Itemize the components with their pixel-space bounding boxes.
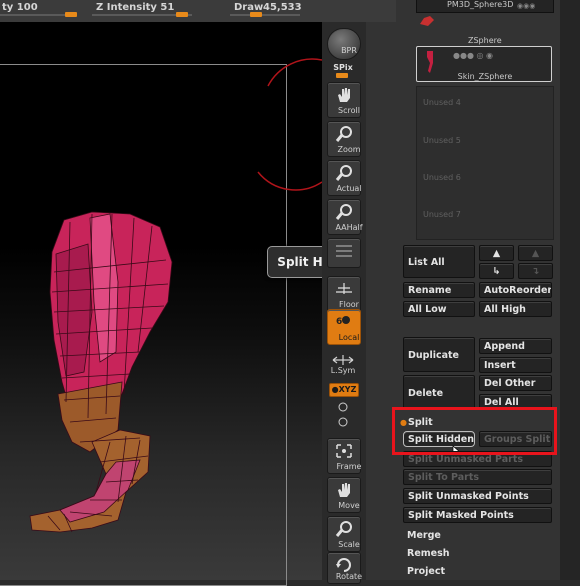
xyz-label: ●XYZ (331, 385, 357, 394)
magnifier-icon (335, 204, 352, 220)
duplicate-button[interactable]: Duplicate (403, 337, 475, 372)
panel-gutter (366, 22, 396, 580)
symmetry-arrows-icon (332, 355, 354, 365)
magnifier-icon (335, 165, 352, 181)
actual-label: Actual (336, 184, 362, 193)
xyz-button[interactable]: ●XYZ (329, 383, 359, 397)
subtool-3-toggles-icon[interactable]: ●●● ◎ ◉ (453, 51, 493, 60)
scroll-label: Scroll (338, 106, 360, 115)
actual-button[interactable]: Actual (327, 160, 362, 196)
rotate-axis-icon (338, 402, 348, 427)
split-masked-points-button[interactable]: Split Masked Points (403, 507, 552, 523)
subtool-1-toggles-icon[interactable]: ◉◉◉ (517, 2, 535, 10)
up-dim-arrow-icon: ▲ (531, 248, 540, 259)
bpr-label: BPR (341, 46, 357, 55)
subtool-2-name: ZSphere (468, 36, 502, 45)
merge-section-title[interactable]: Merge (407, 530, 441, 541)
local-symmetry-icon: 6 (336, 316, 350, 327)
magnifier-icon (335, 521, 352, 537)
right-shelf: BPR SPix Scroll Zoom Actual AAHalf Floor… (322, 22, 366, 584)
autoreorder-button[interactable]: AutoReorder (479, 282, 552, 298)
all-high-button[interactable]: All High (479, 301, 552, 317)
right-edge (560, 0, 580, 580)
gizmo-arc-icon (257, 171, 322, 191)
append-button[interactable]: Append (479, 338, 552, 354)
top-slider-bar: ty 100 Z Intensity 51 Draw 45,533 (0, 0, 400, 23)
rotate-button[interactable]: Rotate (327, 552, 362, 584)
subtool-3-name: Skin_ZSphere (457, 72, 513, 81)
unused-slot-6: Unused 6 (423, 173, 461, 182)
floor-button[interactable]: Floor (327, 276, 361, 312)
move-button[interactable]: Move (327, 477, 361, 513)
unused-slot-4: Unused 4 (423, 98, 461, 107)
bent-arrow-icon: ↳ (492, 266, 501, 277)
z-intensity-label: Z Intensity 51 (96, 2, 175, 13)
up-arrow-button[interactable]: ▲ (479, 245, 514, 261)
draw-size-slider[interactable] (230, 14, 300, 16)
zoom-button[interactable]: Zoom (327, 121, 361, 157)
lsym-button[interactable]: L.Sym (327, 354, 359, 376)
tool-palette: PM3D_Sphere3D ◉◉◉ ZSphere ●●● ◎ ◉ Skin_Z… (396, 0, 560, 580)
floor-grid-icon (336, 283, 352, 294)
unused-slots: Unused 4 Unused 5 Unused 6 Unused 7 (416, 86, 554, 240)
project-section-title[interactable]: Project (407, 566, 445, 577)
floor-label: Floor (339, 300, 359, 309)
unused-slot-7: Unused 7 (423, 210, 461, 219)
draw-size-value: 45,533 (263, 2, 302, 13)
rgb-intensity-knob[interactable] (65, 12, 77, 17)
all-low-button[interactable]: All Low (403, 301, 475, 317)
aahalf-button[interactable]: AAHalf (327, 199, 363, 235)
hand-icon (338, 483, 350, 497)
spix-slider-knob[interactable] (336, 73, 348, 78)
zsphere-thumbnail-icon (420, 16, 434, 26)
split-hidden-highlight-box (392, 407, 557, 455)
local-button[interactable]: 6 Local (327, 309, 361, 345)
local-label: Local (338, 333, 360, 342)
persp-button[interactable] (327, 238, 361, 268)
subtool-item-skin[interactable]: ●●● ◎ ◉ Skin_ZSphere (416, 46, 552, 82)
list-all-button[interactable]: List All (403, 245, 475, 278)
document-canvas[interactable] (0, 22, 322, 586)
rgb-intensity-label: ty 100 (2, 2, 38, 13)
rename-button[interactable]: Rename (403, 282, 475, 298)
up-disabled-button: ▲ (518, 245, 553, 261)
split-unmasked-points-button[interactable]: Split Unmasked Points (403, 488, 552, 504)
up-arrow-icon: ▲ (492, 248, 501, 259)
grid-icon (336, 245, 352, 257)
bent-arrow-dim-icon: ↴ (531, 266, 540, 277)
draw-size-knob[interactable] (250, 12, 262, 17)
z-intensity-knob[interactable] (176, 12, 188, 17)
gizmo-arc-icon (267, 58, 322, 87)
zoom-label: Zoom (337, 145, 361, 154)
move-up-button[interactable]: ↳ (479, 263, 514, 279)
scale-button[interactable]: Scale (327, 516, 361, 552)
split-to-parts-button[interactable]: Split To Parts (403, 469, 552, 485)
move-label: Move (338, 501, 360, 510)
frame-icon (336, 444, 352, 458)
bpr-button[interactable]: BPR (327, 28, 361, 60)
rgb-intensity-slider[interactable] (0, 14, 75, 16)
delete-button[interactable]: Delete (403, 375, 475, 410)
frame-label: Frame (336, 462, 362, 471)
scroll-button[interactable]: Scroll (327, 82, 361, 118)
aahalf-label: AAHalf (335, 223, 363, 232)
hand-icon (338, 88, 350, 102)
lsym-label: L.Sym (330, 366, 356, 375)
rotate-axis-icons[interactable] (336, 400, 350, 430)
magnifier-icon (335, 126, 352, 142)
del-other-button[interactable]: Del Other (479, 375, 552, 391)
unused-slot-5: Unused 5 (423, 136, 461, 145)
frame-button[interactable]: Frame (327, 438, 361, 474)
remesh-section-title[interactable]: Remesh (407, 548, 450, 559)
viewport-graphics (29, 58, 322, 533)
svg-text:6: 6 (336, 317, 342, 327)
mesh-model (29, 211, 173, 533)
spix-label: SPix (333, 63, 353, 72)
scale-label: Scale (338, 540, 360, 549)
move-down-button: ↴ (518, 263, 553, 279)
insert-button[interactable]: Insert (479, 357, 552, 373)
